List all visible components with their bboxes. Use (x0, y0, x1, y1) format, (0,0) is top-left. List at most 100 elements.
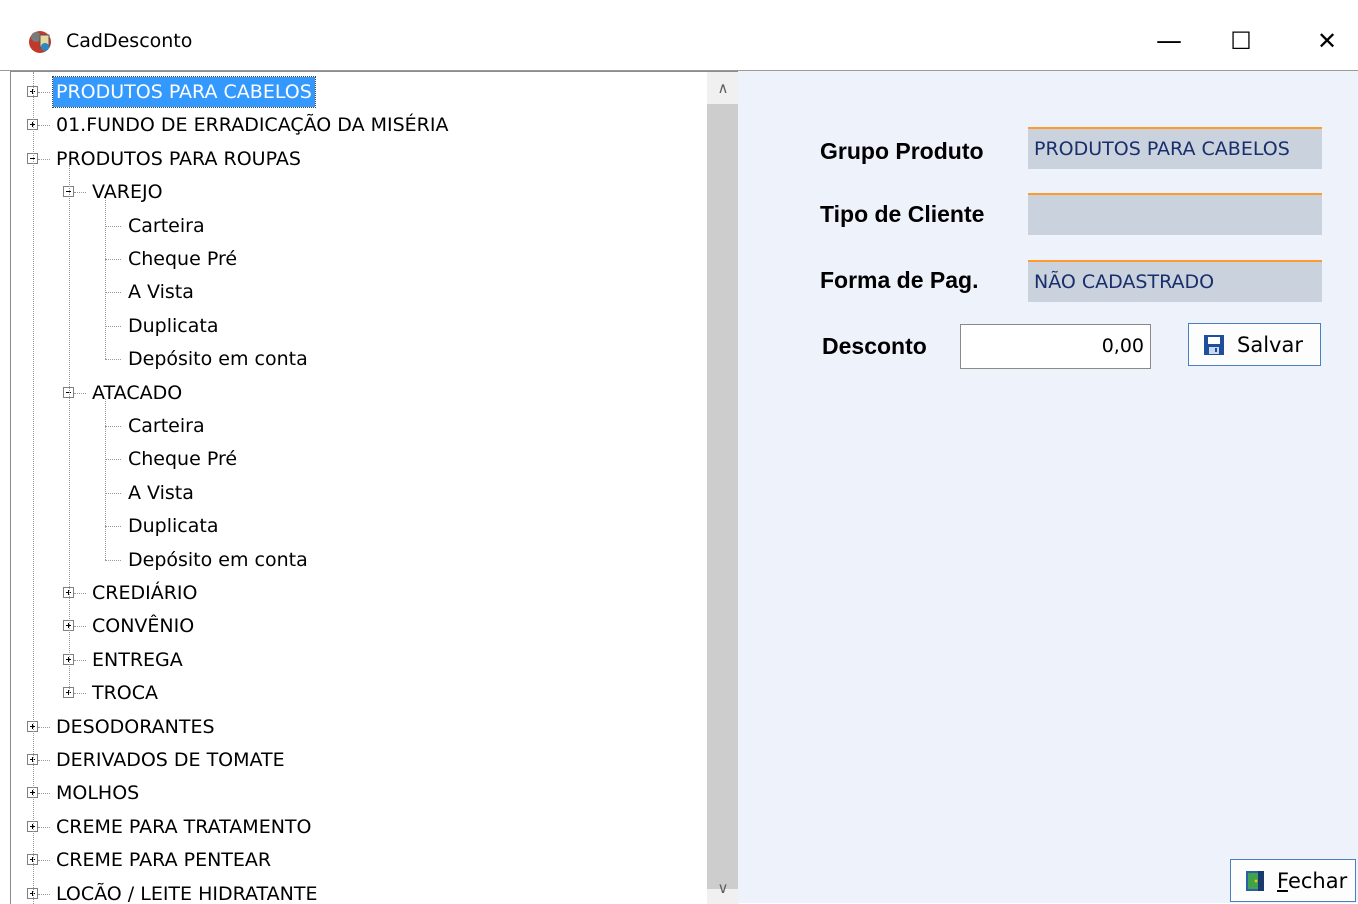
tree-connector-line (105, 492, 121, 494)
tree-leaf-item[interactable]: Cheque Pré (125, 244, 240, 274)
tree-item-label: PRODUTOS PARA CABELOS (52, 76, 316, 108)
tree-connector-line (38, 760, 50, 761)
tree-item-label: PRODUTOS PARA ROUPAS (56, 147, 301, 170)
maximize-button[interactable]: ☐ (1212, 18, 1270, 64)
salvar-button[interactable]: Salvar (1188, 323, 1321, 366)
fechar-button[interactable]: Fechar (1230, 859, 1356, 902)
tree-connector-line (74, 593, 86, 594)
forma-pag-label: Forma de Pag. (820, 267, 979, 293)
desconto-input[interactable]: 0,00 (960, 324, 1151, 369)
tree-leaf-item[interactable]: Duplicata (125, 511, 221, 541)
tree-node-item[interactable]: VAREJO (89, 177, 166, 207)
tree-node-item[interactable]: CREDIÁRIO (89, 578, 200, 608)
tree-node-item[interactable]: ENTREGA (89, 645, 186, 675)
tree-item-label: 01.FUNDO DE ERRADICAÇÃO DA MISÉRIA (56, 114, 449, 137)
tree-connector-line (38, 92, 50, 93)
tree-connector-line (38, 793, 50, 795)
tree-connector-line (105, 426, 121, 427)
tree-connector-line (105, 359, 121, 361)
tree-connector-line (105, 325, 121, 327)
tree-node-item[interactable]: CREME PARA PENTEAR (53, 845, 274, 875)
scroll-up-arrow-icon[interactable]: ∧ (707, 72, 739, 104)
tree-leaf-item[interactable]: Carteira (125, 411, 208, 441)
tree-leaf-item[interactable]: Cheque Pré (125, 444, 240, 474)
tree-connector-line (74, 626, 86, 628)
tree-item-label: Depósito em conta (128, 348, 308, 371)
tree-item-label: Cheque Pré (128, 248, 238, 270)
grupo-produto-field: PRODUTOS PARA CABELOS (1028, 127, 1322, 169)
tree-item-label: CREME PARA TRATAMENTO (56, 815, 312, 838)
tree-node-item[interactable]: PRODUTOS PARA ROUPAS (53, 144, 304, 174)
tree-node-item[interactable]: DERIVADOS DE TOMATE (53, 745, 288, 775)
tree-connector-line (105, 198, 106, 360)
tree-connector-line (105, 526, 121, 528)
tree-connector-line (74, 659, 86, 661)
tree-connector-line (105, 459, 121, 461)
fechar-label: Fechar (1277, 868, 1348, 893)
scroll-down-arrow-icon[interactable]: ∨ (707, 872, 739, 904)
tree-connector-line (105, 292, 121, 294)
tree-node-item[interactable]: MOLHOS (53, 778, 142, 808)
exit-door-icon (1246, 870, 1264, 891)
tree-item-label: TROCA (92, 682, 159, 705)
tree-item-label: Duplicata (128, 314, 219, 337)
tree-item-label: CONVÊNIO (92, 615, 195, 638)
tree-item-label: VAREJO (92, 181, 163, 204)
grupo-produto-label: Grupo Produto (820, 138, 984, 164)
tree-node-item[interactable]: DESODORANTES (53, 712, 218, 742)
tree-connector-line (38, 893, 50, 895)
tree-node-item[interactable]: PRODUTOS PARA CABELOS (52, 76, 316, 108)
title-bar: CadDesconto — ☐ ✕ (0, 0, 1358, 71)
tree-connector-line (69, 164, 70, 694)
tree-connector-line (105, 398, 106, 560)
tree-item-label: Carteira (128, 214, 205, 237)
tree-node-item[interactable]: CREME PARA TRATAMENTO (53, 812, 314, 842)
tree-leaf-item[interactable]: A Vista (125, 478, 197, 508)
tree-connector-line (74, 192, 86, 194)
tree-item-label: Carteira (128, 415, 205, 437)
scrollbar-thumb[interactable] (707, 104, 739, 889)
tree-node-item[interactable]: LOCÃO / LEITE HIDRATANTE (53, 879, 321, 904)
tree-connector-line (38, 125, 50, 127)
category-tree[interactable]: PRODUTOS PARA CABELOS 01.FUNDO DE ERRADIC… (11, 72, 707, 904)
tree-item-label: CREME PARA PENTEAR (56, 849, 272, 872)
tree-node-item[interactable]: CONVÊNIO (89, 611, 197, 641)
tree-item-label: DERIVADOS DE TOMATE (56, 749, 285, 771)
tree-connector-line (33, 72, 34, 904)
tree-item-label: ATACADO (92, 381, 183, 404)
tree-node-item[interactable]: 01.FUNDO DE ERRADICAÇÃO DA MISÉRIA (53, 110, 452, 140)
forma-pag-field: NÃO CADASTRADO (1028, 260, 1322, 302)
tree-leaf-item[interactable]: Depósito em conta (125, 344, 311, 374)
tree-connector-line (74, 693, 86, 695)
tree-item-label: MOLHOS (56, 782, 140, 805)
tree-item-label: A Vista (128, 281, 194, 304)
minimize-button[interactable]: — (1140, 18, 1198, 64)
tree-leaf-item[interactable]: Duplicata (125, 311, 221, 341)
tree-leaf-item[interactable]: Carteira (125, 211, 208, 241)
save-disk-icon (1204, 334, 1224, 355)
tree-node-item[interactable]: TROCA (89, 678, 161, 708)
tree-scrollbar[interactable]: ∧ ∨ (707, 72, 739, 904)
tree-connector-line (38, 826, 50, 828)
tipo-cliente-field (1028, 193, 1322, 235)
tree-connector-line (38, 860, 50, 862)
tree-item-label: CREDIÁRIO (92, 582, 198, 604)
tree-connector-line (74, 392, 86, 394)
category-tree-panel: PRODUTOS PARA CABELOS 01.FUNDO DE ERRADIC… (10, 71, 739, 904)
tree-node-item[interactable]: ATACADO (89, 378, 185, 408)
tree-leaf-item[interactable]: Depósito em conta (125, 545, 311, 575)
close-button[interactable]: ✕ (1298, 18, 1356, 64)
tree-item-label: A Vista (128, 481, 194, 504)
tree-connector-line (105, 225, 121, 227)
tree-item-label: ENTREGA (92, 648, 183, 671)
tree-item-label: LOCÃO / LEITE HIDRATANTE (56, 882, 318, 904)
tree-connector-line (38, 158, 50, 160)
tree-connector-line (105, 559, 121, 561)
tree-item-label: Cheque Pré (128, 448, 238, 471)
tree-connector-line (38, 726, 50, 728)
salvar-label: Salvar (1237, 332, 1303, 357)
window-title: CadDesconto (66, 30, 193, 52)
tree-leaf-item[interactable]: A Vista (125, 277, 197, 307)
tipo-cliente-label: Tipo de Cliente (820, 201, 985, 227)
tree-item-label: Duplicata (128, 515, 219, 538)
